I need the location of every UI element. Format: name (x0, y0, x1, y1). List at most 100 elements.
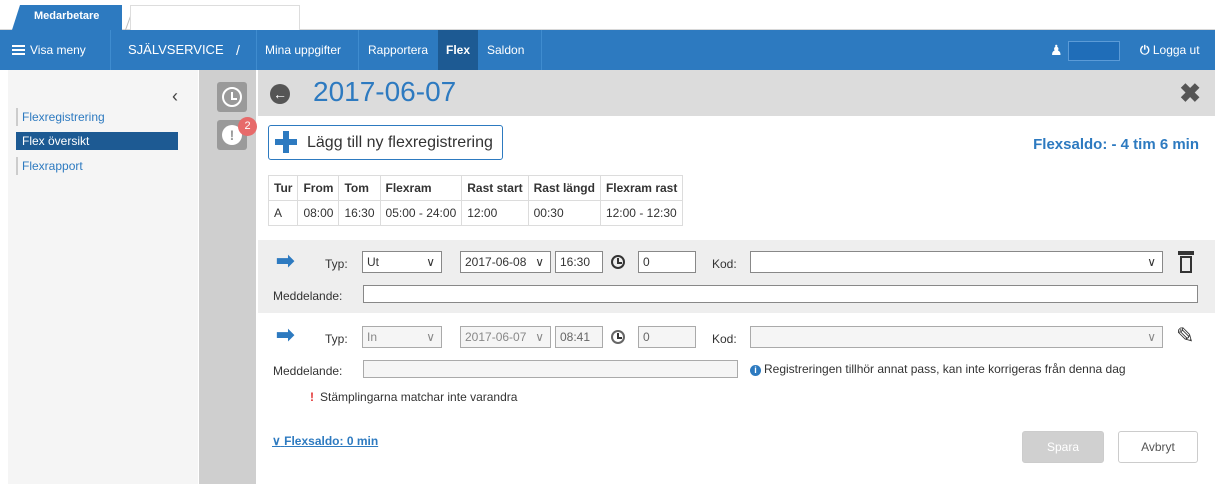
navbar-divider (358, 30, 359, 70)
tab-blank[interactable] (130, 5, 300, 30)
sidebar-item-flexrapport[interactable]: Flexrapport (16, 157, 178, 175)
navbar-divider (256, 30, 257, 70)
date-value: 2017-06-08 (465, 255, 527, 269)
chevron-down-icon: ∨ (426, 330, 435, 344)
tab-label: Medarbetare (34, 10, 100, 22)
trash-icon[interactable] (1178, 251, 1194, 273)
chevron-down-icon: ∨ (535, 330, 544, 344)
alert-count-badge: 2 (238, 117, 257, 136)
clock-icon (222, 87, 242, 107)
schedule-table: Tur From Tom Flexram Rast start Rast län… (267, 175, 684, 226)
warning-text: Stämplingarna matchar inte varandra (320, 390, 518, 404)
typ-label: Typ: (325, 332, 348, 346)
chevron-down-icon: ∨ (535, 255, 544, 269)
chevron-down-icon: ∨ (426, 255, 435, 269)
sidebar-item-flexregistrering[interactable]: Flexregistrering (16, 108, 178, 126)
message-input (363, 360, 738, 378)
nav-flex[interactable]: Flex (438, 30, 479, 70)
column-header: Flexram (379, 175, 463, 201)
nav-mina-uppgifter[interactable]: Mina uppgifter (265, 30, 341, 70)
section-title[interactable]: SJÄLVSERVICE (128, 30, 224, 70)
navbar-divider (541, 30, 542, 70)
table-cell: A (267, 200, 299, 226)
info-text: Registreringen tillhör annat pass, kan i… (764, 362, 1126, 376)
typ-value: In (367, 330, 378, 344)
number-input: 0 (638, 326, 696, 348)
column-header: Rast längd (527, 175, 601, 201)
chevron-down-icon: ∨ (1147, 330, 1156, 344)
nav-saldon[interactable]: Saldon (487, 30, 524, 70)
kod-select: ∨ (750, 326, 1163, 348)
column-header: Rast start (461, 175, 529, 201)
warning-message: ! Stämplingarna matchar inte varandra (310, 390, 517, 404)
message-label: Meddelande: (273, 364, 343, 378)
kod-label: Kod: (712, 332, 737, 346)
typ-select: In ∨ (362, 326, 442, 348)
save-button[interactable]: Spara (1022, 431, 1104, 463)
nav-rapportera[interactable]: Rapportera (368, 30, 428, 70)
time-picker-icon[interactable] (611, 255, 625, 269)
typ-value: Ut (367, 255, 379, 269)
kod-label: Kod: (712, 257, 737, 271)
table-header-row: Tur From Tom Flexram Rast start Rast län… (267, 175, 684, 201)
trash-body (1180, 256, 1192, 273)
column-header: Tur (267, 175, 299, 201)
table-cell: 16:30 (338, 200, 381, 226)
table-row: A 08:00 16:30 05:00 - 24:00 12:00 00:30 … (267, 200, 684, 226)
plus-icon (275, 131, 297, 153)
flexsaldo-total: Flexsaldo: - 4 tim 6 min (1033, 136, 1199, 153)
exclamation-icon: ! (310, 390, 314, 404)
close-icon[interactable]: ✖ (1179, 78, 1201, 109)
table-cell: 00:30 (527, 200, 601, 226)
top-navbar: Visa meny SJÄLVSERVICE / Mina uppgifter … (0, 30, 1215, 70)
info-icon: i (750, 365, 761, 376)
table-cell: 12:00 (461, 200, 529, 226)
add-button-label: Lägg till ny flexregistrering (307, 134, 493, 151)
hamburger-icon (12, 44, 25, 55)
collapse-sidebar-icon[interactable]: ‹ (172, 86, 178, 107)
date-value: 2017-06-07 (465, 330, 527, 344)
menu-label: Visa meny (30, 43, 86, 57)
user-name-box[interactable] (1068, 41, 1120, 61)
table-cell: 08:00 (297, 200, 340, 226)
kod-select[interactable]: ∨ (750, 251, 1163, 273)
menu-toggle-button[interactable]: Visa meny (12, 30, 86, 70)
date-select[interactable]: 2017-06-08 ∨ (460, 251, 551, 273)
column-header: Flexram rast (599, 175, 684, 201)
navbar-divider (110, 30, 111, 70)
flexsaldo-toggle-link[interactable]: ∨ Flexsaldo: 0 min (272, 434, 378, 448)
sign-in-icon: ➡ (276, 322, 295, 347)
add-flexregistration-button[interactable]: Lägg till ny flexregistrering (268, 125, 503, 160)
table-cell: 12:00 - 12:30 (599, 200, 684, 226)
breadcrumb-separator: / (236, 42, 240, 58)
sidebar: ‹ Flexregistrering Flex översikt Flexrap… (8, 70, 198, 484)
chevron-down-icon: ∨ (272, 434, 281, 448)
time-input[interactable]: 16:30 (555, 251, 603, 273)
logout-button[interactable]: ⏻ Logga ut (1140, 30, 1200, 70)
time-picker-icon (611, 330, 625, 344)
number-input[interactable]: 0 (638, 251, 696, 273)
table-cell: 05:00 - 24:00 (379, 200, 463, 226)
power-icon: ⏻ (1140, 43, 1150, 57)
tab-medarbetare[interactable]: Medarbetare (12, 5, 122, 30)
sign-out-icon: ➡ (276, 248, 295, 273)
date-header: ← 2017-06-07 ✖ (258, 70, 1215, 116)
flexsaldo-link-label: Flexsaldo: 0 min (284, 434, 379, 448)
info-message: i Registreringen tillhör annat pass, kan … (750, 362, 1126, 376)
page-title: 2017-06-07 (313, 76, 457, 107)
pencil-icon[interactable]: ✎ (1176, 323, 1194, 349)
user-icon: ♟ (1050, 42, 1063, 58)
clock-button[interactable] (217, 82, 247, 112)
back-arrow-icon[interactable]: ← (270, 84, 290, 104)
message-input[interactable] (363, 285, 1198, 303)
column-header: From (297, 175, 340, 201)
typ-select[interactable]: Ut ∨ (362, 251, 442, 273)
sidebar-item-flex-oversikt[interactable]: Flex översikt (16, 132, 178, 150)
logout-label: Logga ut (1152, 43, 1200, 57)
cancel-button[interactable]: Avbryt (1118, 431, 1198, 463)
message-label: Meddelande: (273, 289, 343, 303)
trash-lid (1178, 251, 1194, 255)
typ-label: Typ: (325, 257, 348, 271)
chevron-down-icon: ∨ (1147, 255, 1156, 269)
tab-strip: Medarbetare (0, 0, 1215, 30)
